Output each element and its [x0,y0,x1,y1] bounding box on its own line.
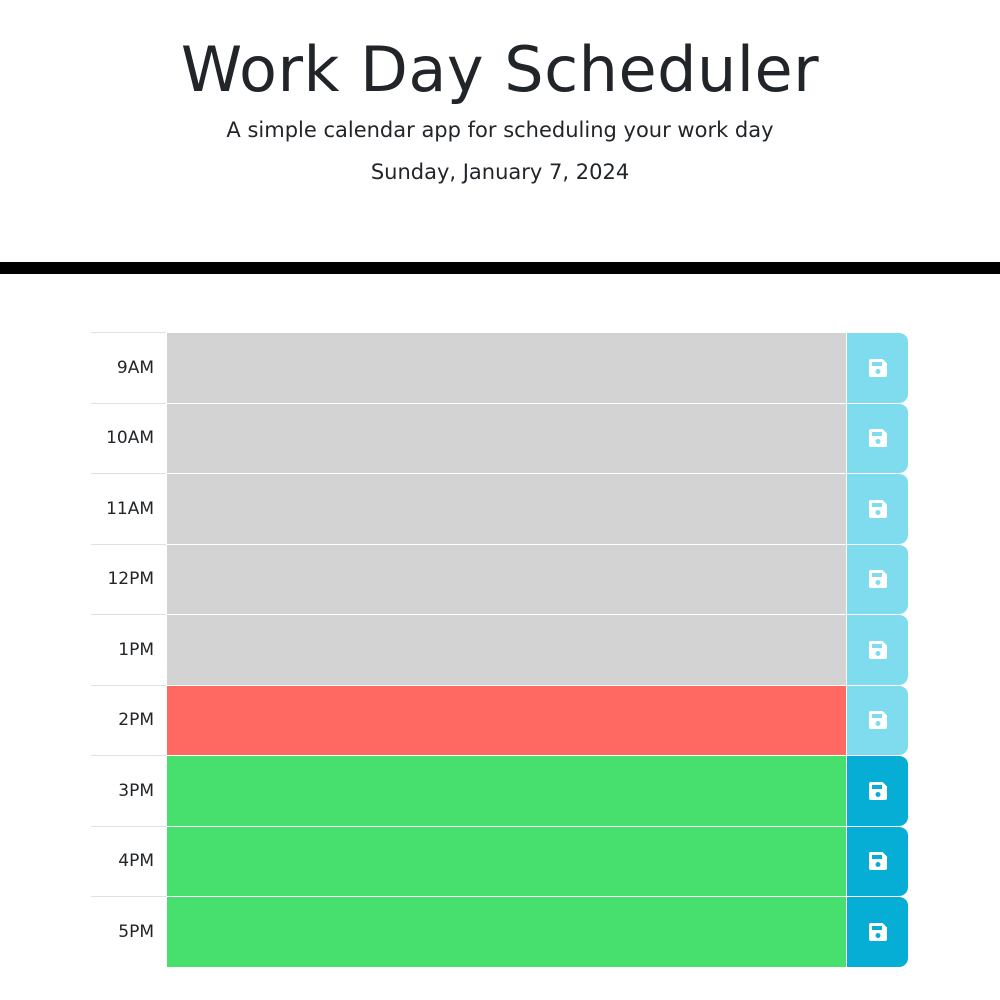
hour-label: 1PM [91,614,166,685]
event-description-field[interactable] [166,614,846,685]
hour-label: 2PM [91,684,166,755]
save-button[interactable] [846,896,908,967]
event-description-field[interactable] [166,825,846,896]
time-block-row: 2PM [91,684,908,755]
time-block-row: 10AM [91,402,908,473]
time-block-row: 1PM [91,614,908,685]
event-description-field[interactable] [166,684,846,755]
time-block-row: 3PM [91,755,908,826]
hour-label: 4PM [91,825,166,896]
save-button[interactable] [846,543,908,614]
floppy-disk-icon [868,711,887,730]
page-title: Work Day Scheduler [180,33,820,106]
event-description-field[interactable] [166,402,846,473]
header-divider [0,262,1000,274]
save-button[interactable] [846,825,908,896]
hour-label: 9AM [91,332,166,403]
time-block-row: 9AM [91,332,908,403]
floppy-disk-icon [868,358,887,377]
schedule-container: 9AM 10AM 11AM 12PM 1PM 2PM 3PM 4PM 5PM [91,332,908,967]
current-day: Sunday, January 7, 2024 [370,160,630,184]
save-button[interactable] [846,473,908,544]
event-description-field[interactable] [166,755,846,826]
time-block-row: 4PM [91,825,908,896]
floppy-disk-icon [868,570,887,589]
hour-label: 10AM [91,402,166,473]
hour-label: 3PM [91,755,166,826]
time-block-row: 12PM [91,543,908,614]
header: Work Day Scheduler A simple calendar app… [0,0,1000,262]
time-block-row: 5PM [91,896,908,967]
page-subtitle: A simple calendar app for scheduling you… [226,118,774,142]
save-button[interactable] [846,402,908,473]
event-description-field[interactable] [166,896,846,967]
floppy-disk-icon [868,429,887,448]
event-description-field[interactable] [166,332,846,403]
floppy-disk-icon [868,781,887,800]
hour-label: 12PM [91,543,166,614]
hour-label: 5PM [91,896,166,967]
save-button[interactable] [846,755,908,826]
save-button[interactable] [846,684,908,755]
floppy-disk-icon [868,922,887,941]
floppy-disk-icon [868,852,887,871]
save-button[interactable] [846,332,908,403]
time-block-row: 11AM [91,473,908,544]
event-description-field[interactable] [166,473,846,544]
floppy-disk-icon [868,499,887,518]
floppy-disk-icon [868,640,887,659]
event-description-field[interactable] [166,543,846,614]
save-button[interactable] [846,614,908,685]
hour-label: 11AM [91,473,166,544]
